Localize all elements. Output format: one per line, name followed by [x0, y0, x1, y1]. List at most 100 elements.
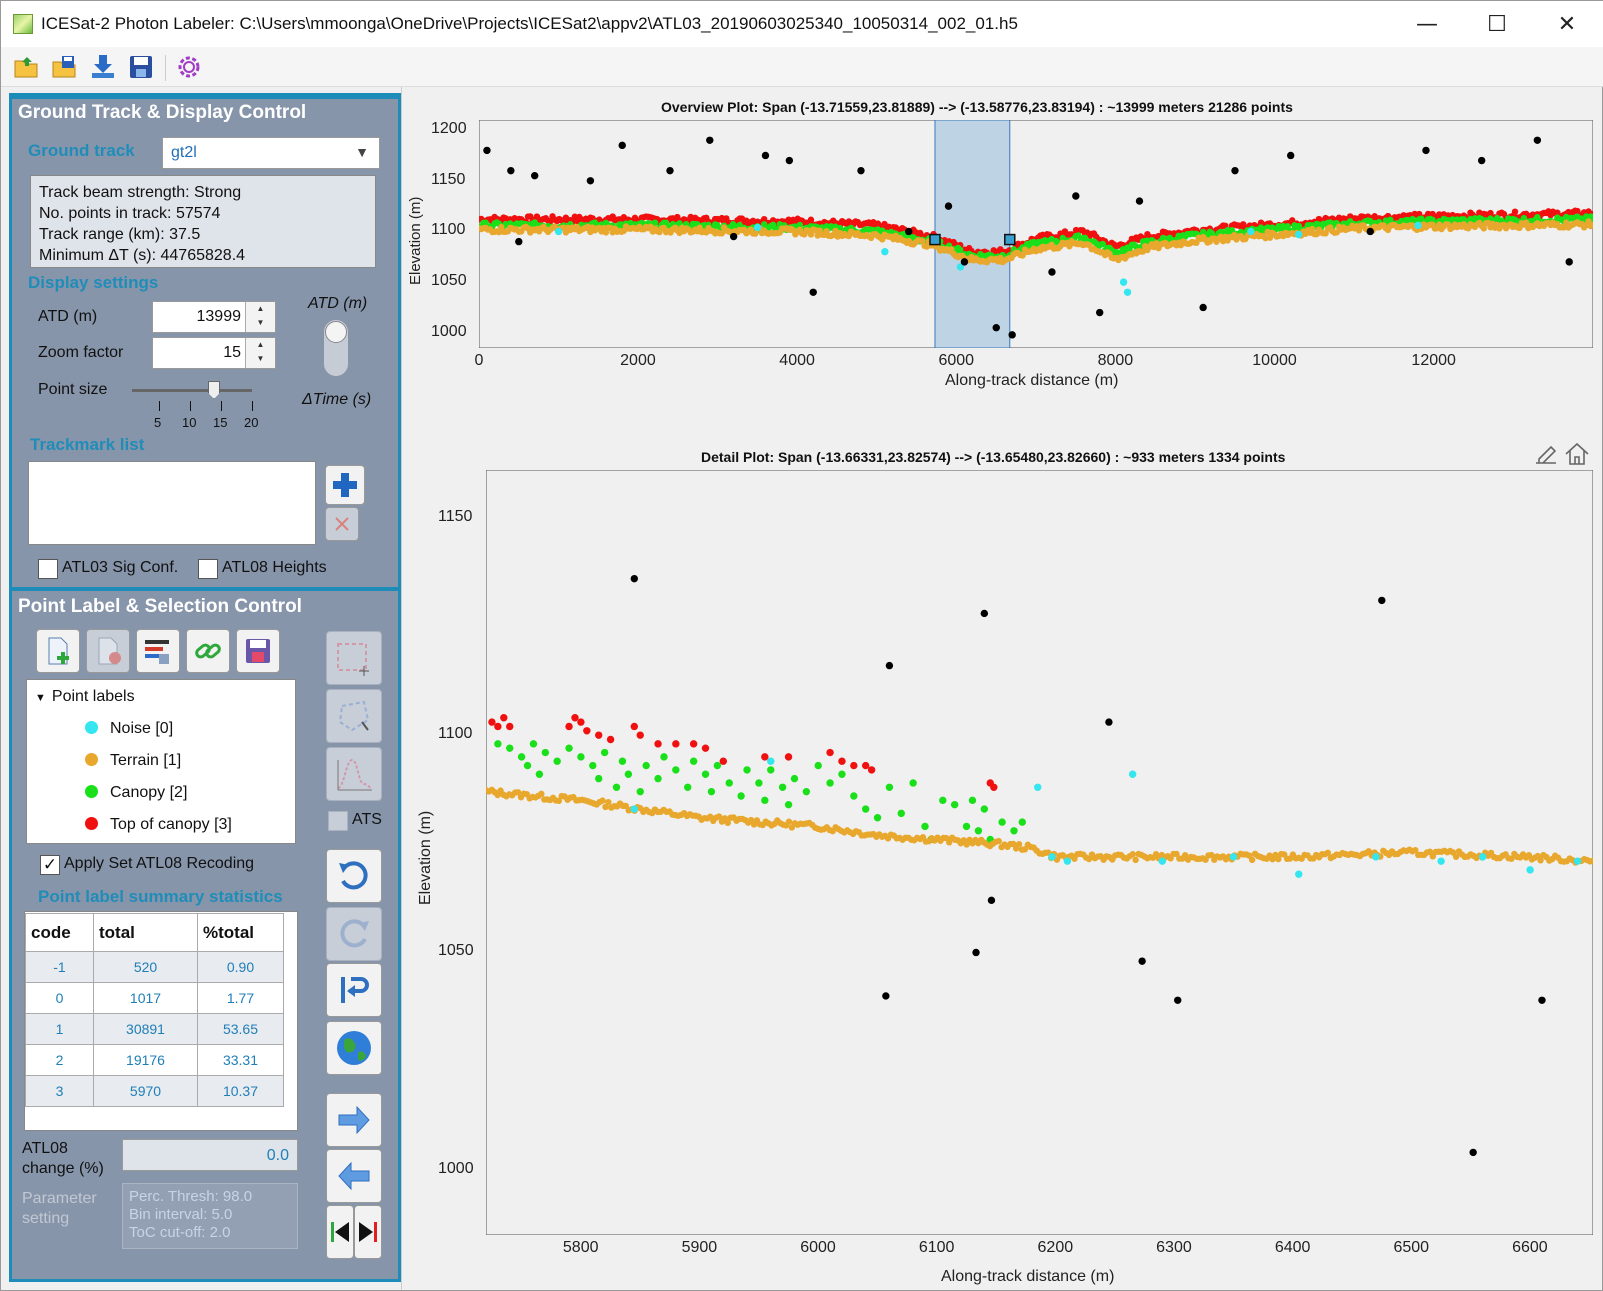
data-point [790, 774, 799, 783]
toolbar [1, 47, 1603, 87]
ats-checkbox[interactable] [328, 811, 348, 831]
stats-header-total: total [93, 913, 198, 952]
download-icon[interactable] [89, 53, 117, 81]
data-point [826, 748, 834, 757]
tick-label: 6000 [800, 1239, 836, 1256]
point-labels-tree[interactable]: ▼ Point labels Noise [0] Terrain [1] Cano… [26, 679, 296, 844]
save-labels-button[interactable] [236, 629, 280, 673]
globe-map-button[interactable] [326, 1021, 382, 1075]
data-point [944, 202, 953, 210]
data-point [577, 718, 585, 726]
trackmark-listbox[interactable] [28, 461, 316, 545]
cell: 10.37 [197, 1075, 284, 1107]
label-item-noise[interactable]: Noise [0] [85, 720, 173, 738]
save-icon[interactable] [127, 53, 155, 81]
atl03-sig-conf-checkbox[interactable] [38, 559, 58, 579]
data-point [962, 822, 971, 831]
tick-label: 5900 [681, 1239, 718, 1256]
detail-plot[interactable] [486, 470, 1593, 1235]
ats-label: ATS [352, 811, 382, 828]
data-point [605, 798, 612, 806]
overview-plot[interactable] [479, 120, 1593, 348]
data-point [1129, 851, 1136, 858]
point-label-panel-header: Point Label & Selection Control [18, 596, 302, 617]
histogram-select-button[interactable] [326, 747, 382, 801]
span-start-handle [929, 233, 941, 246]
data-point [729, 232, 738, 241]
data-point [980, 609, 989, 618]
atl08-heights-checkbox[interactable] [198, 559, 218, 579]
data-point [636, 731, 644, 739]
tick-label: 1100 [438, 725, 473, 743]
track-range-text: Track range (km): 37.5 [39, 226, 201, 243]
data-point [1048, 268, 1056, 276]
data-point [684, 783, 692, 792]
atd-spinner[interactable]: 13999 ▲ ▼ [152, 301, 276, 333]
data-point [571, 714, 579, 722]
add-trackmark-button[interactable] [325, 465, 365, 505]
data-point [921, 822, 929, 831]
data-point [873, 814, 882, 822]
remove-label-button[interactable] [86, 629, 130, 673]
last-segment-button[interactable] [354, 1205, 382, 1259]
atd-stepper-arrows[interactable]: ▲ ▼ [245, 302, 275, 332]
revert-button[interactable] [326, 963, 382, 1017]
detail-y-axis-label: Elevation (m) [417, 810, 434, 905]
ground-track-value: gt2l [171, 144, 197, 161]
ground-track-dropdown[interactable]: gt2l ▼ [162, 137, 380, 169]
cell: 520 [93, 951, 198, 983]
data-point [1247, 227, 1255, 236]
add-label-button[interactable] [36, 629, 80, 673]
redo-button[interactable] [326, 907, 382, 961]
data-point [1063, 857, 1072, 865]
undo-button[interactable] [326, 849, 382, 903]
data-point [538, 790, 545, 798]
atd-time-toggle-switch[interactable] [323, 319, 349, 377]
selection-tool-column: ATS [318, 627, 388, 1277]
close-button[interactable]: ✕ [1532, 1, 1602, 47]
data-point [1372, 853, 1380, 861]
settings-gear-icon[interactable] [175, 53, 203, 81]
data-point [950, 800, 959, 809]
label-item-terrain[interactable]: Terrain [1] [85, 752, 181, 770]
label-item-top-of-canopy[interactable]: Top of canopy [3] [85, 816, 232, 834]
label-properties-button[interactable] [136, 629, 180, 673]
edit-plot-icon[interactable] [1533, 441, 1561, 467]
tick-label: 1000 [431, 322, 467, 340]
data-point [778, 783, 787, 792]
first-segment-button[interactable] [326, 1205, 354, 1259]
trackmark-list-label: Trackmark list [30, 435, 145, 454]
zoom-stepper-arrows[interactable]: ▲ ▼ [245, 338, 275, 368]
lasso-select-button[interactable] [326, 689, 382, 743]
undo-icon [339, 861, 368, 890]
zoom-factor-spinner[interactable]: 15 ▲ ▼ [152, 337, 276, 369]
data-point [972, 948, 980, 957]
data-point [897, 809, 905, 818]
data-point [1128, 770, 1137, 778]
data-point [531, 172, 539, 180]
data-point [483, 146, 491, 155]
parameter-setting-label: Parameter setting [22, 1190, 97, 1227]
rect-select-button[interactable] [326, 631, 382, 685]
data-point [586, 177, 595, 185]
apply-atl08-recoding-checkbox[interactable]: ✓ [40, 855, 60, 875]
previous-segment-button[interactable] [326, 1149, 382, 1203]
data-point [630, 805, 639, 813]
home-view-icon[interactable] [1563, 441, 1591, 467]
data-point [494, 722, 502, 731]
minimize-button[interactable]: — [1392, 1, 1462, 47]
open-folder-icon[interactable] [13, 53, 41, 81]
tree-root-point-labels[interactable]: ▼ Point labels [35, 688, 135, 706]
cell: 19176 [93, 1044, 198, 1076]
next-segment-button[interactable] [326, 1093, 382, 1147]
delete-trackmark-button[interactable] [325, 507, 359, 541]
data-point [553, 757, 561, 765]
data-point [761, 753, 769, 761]
slider-thumb[interactable] [208, 381, 220, 399]
slider-tick-5: 5 [154, 415, 162, 430]
maximize-button[interactable]: ☐ [1462, 1, 1532, 47]
noise-color-dot [85, 721, 98, 734]
link-button[interactable] [186, 629, 230, 673]
label-item-canopy[interactable]: Canopy [2] [85, 784, 187, 802]
save-folder-icon[interactable] [51, 53, 79, 81]
